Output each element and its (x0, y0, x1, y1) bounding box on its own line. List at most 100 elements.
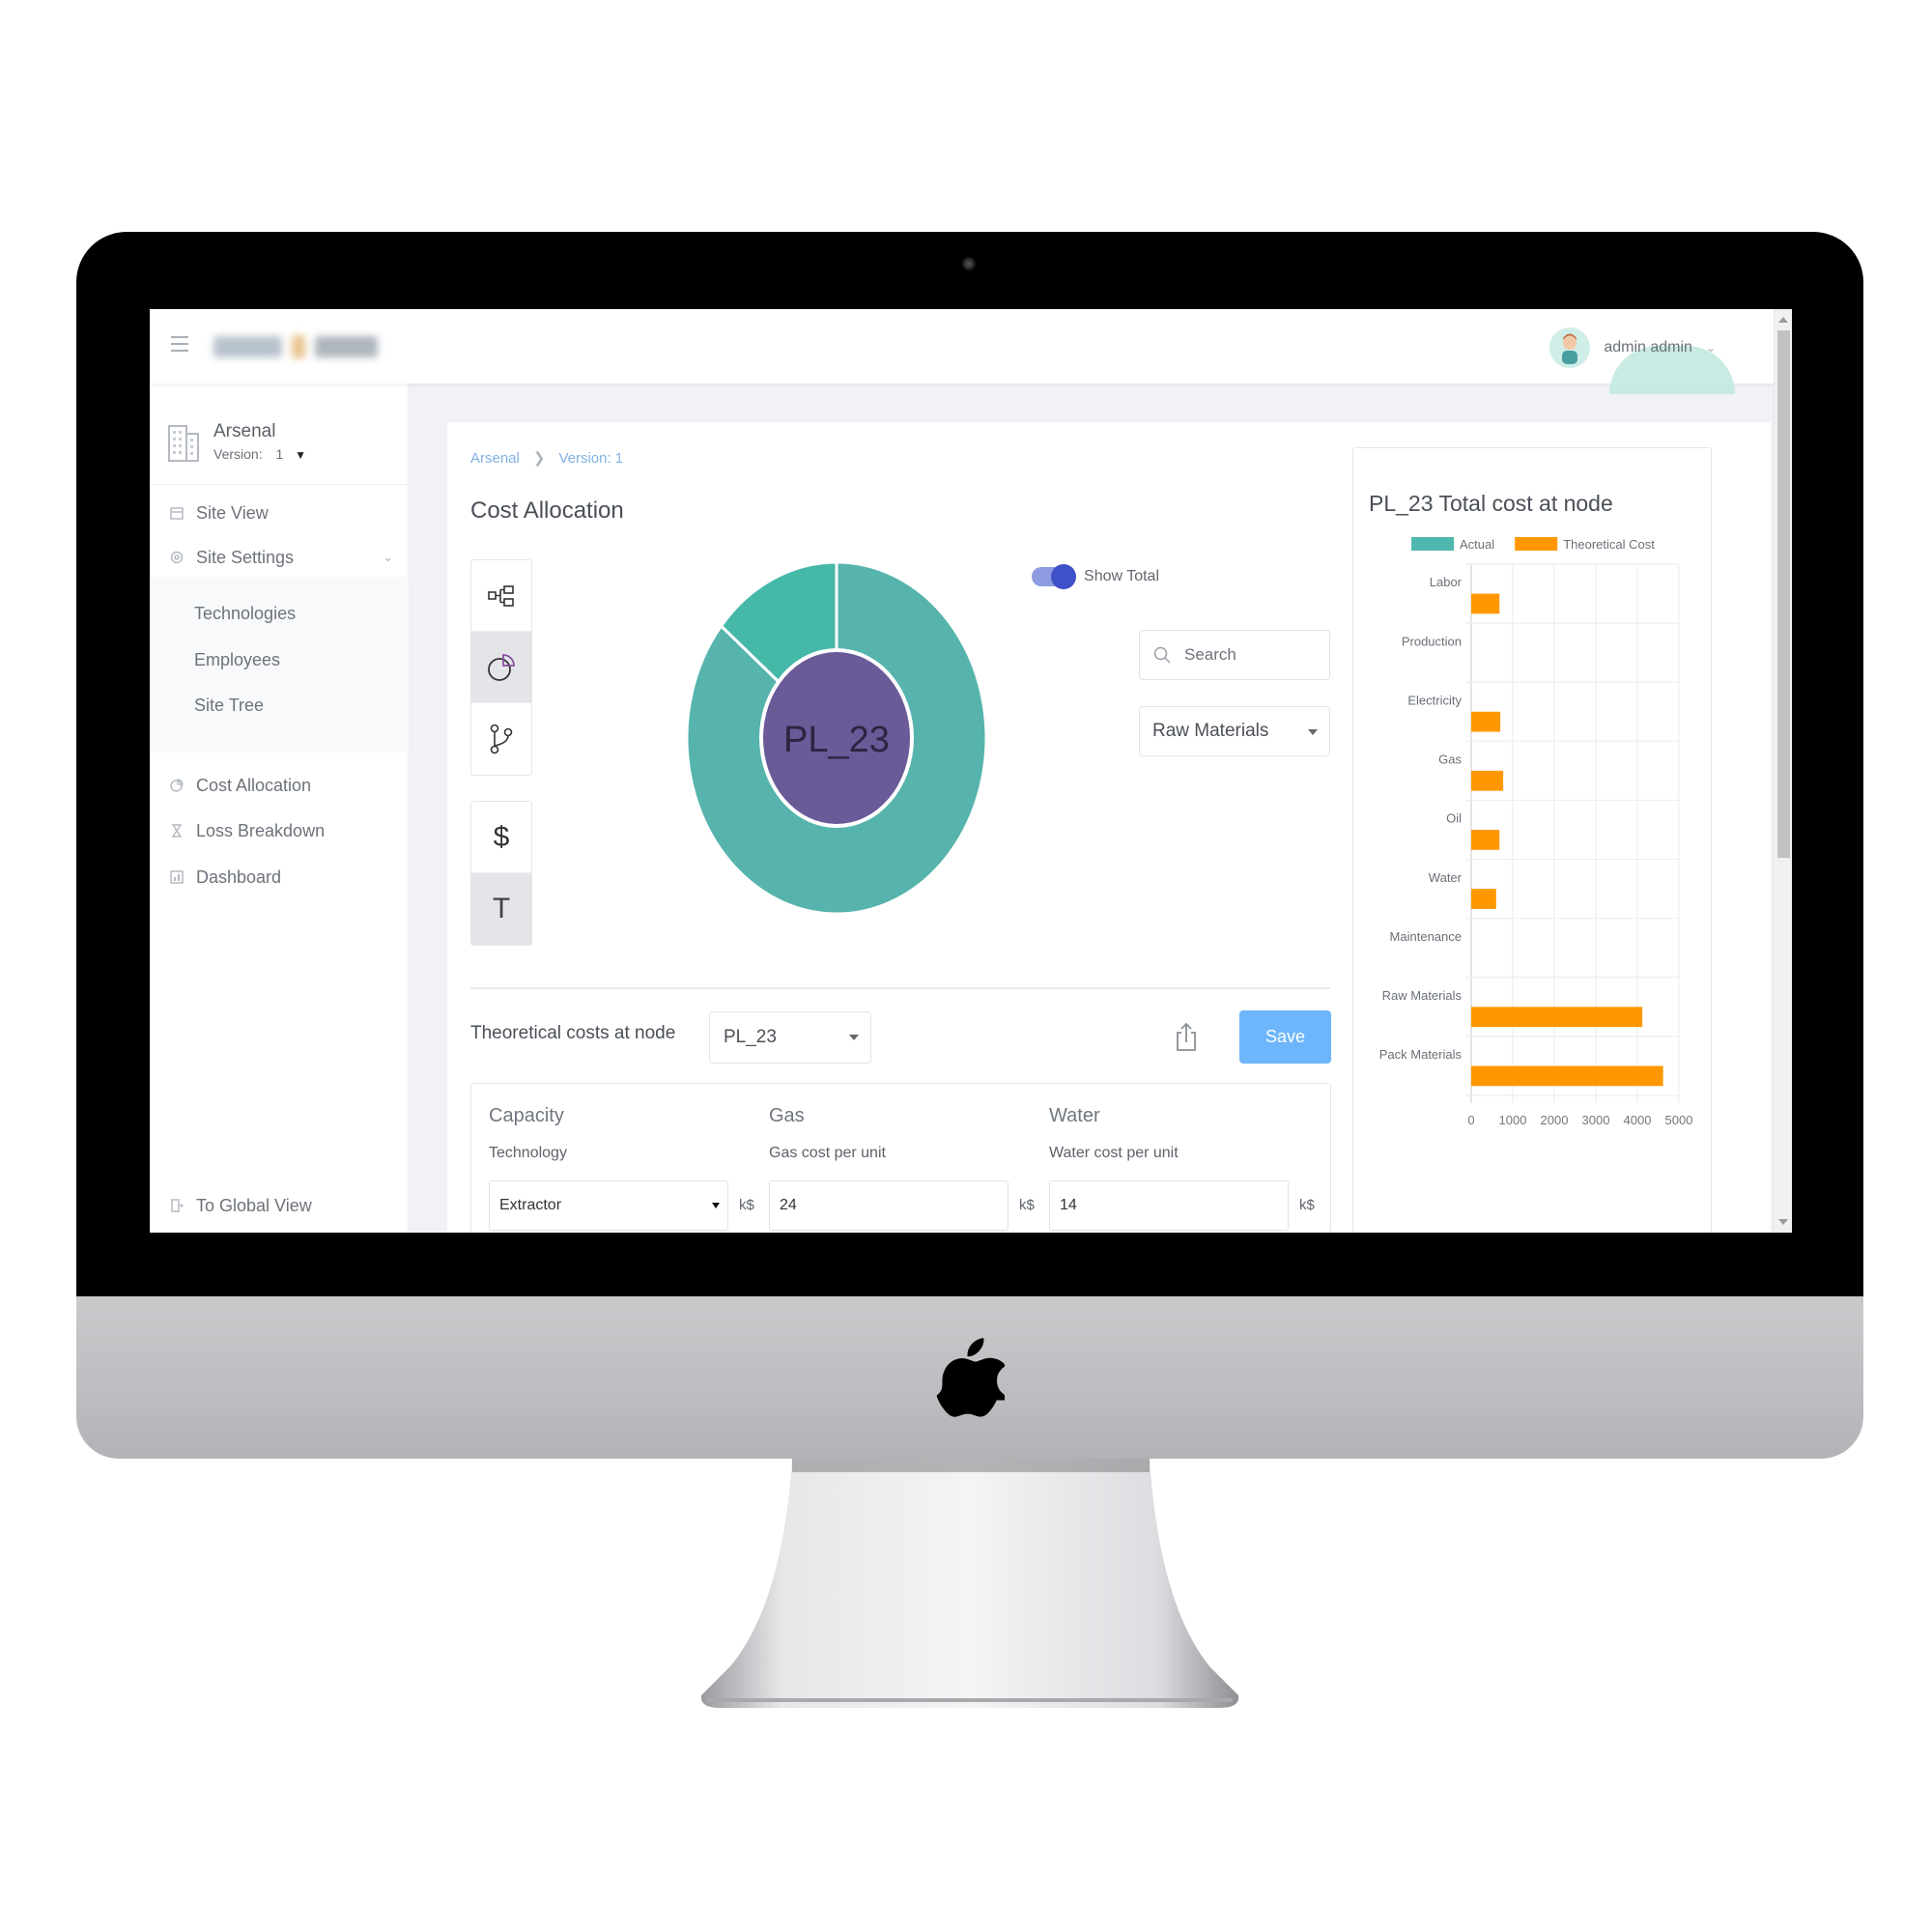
breadcrumb-item[interactable]: Arsenal (470, 450, 520, 467)
sidebar-item-site-view[interactable]: Site View (150, 492, 409, 534)
breadcrumb-item[interactable]: Version: 1 (558, 450, 623, 467)
view-toolbar (470, 559, 532, 776)
dollar-unit-button[interactable]: $ (471, 802, 531, 873)
bar-theoretical-cost[interactable] (1471, 593, 1500, 614)
gas-cost-field[interactable] (769, 1180, 1009, 1231)
sidebar-subitem-technologies[interactable]: Technologies (194, 604, 296, 624)
version-selector[interactable]: Version: 1 ▼ (213, 446, 306, 462)
sidebar-item-label: Site Settings (196, 547, 295, 567)
sidebar-subitem-site-tree[interactable]: Site Tree (194, 696, 264, 716)
theoretical-costs-form: Capacity Technology k$ Gas Gas cost per … (470, 1083, 1331, 1233)
tonnage-unit-button[interactable]: T (471, 873, 531, 945)
column-heading: Water (1049, 1105, 1100, 1126)
water-column: Water Water cost per unit (1049, 1105, 1179, 1162)
bar-theoretical-cost[interactable] (1471, 830, 1500, 850)
site-settings-submenu: Technologies Employees Site Tree (150, 577, 409, 753)
sidebar-item-cost-allocation[interactable]: Cost Allocation (150, 764, 409, 807)
vertical-scrollbar[interactable] (1774, 309, 1792, 1233)
show-total-toggle[interactable] (1032, 564, 1077, 589)
sidebar-subitem-employees[interactable]: Employees (194, 650, 280, 670)
sidebar-item-site-settings[interactable]: Site Settings ⌄ (150, 536, 409, 579)
water-cost-field[interactable] (1049, 1180, 1289, 1231)
breadcrumb: Arsenal ❯ Version: 1 (470, 449, 623, 468)
category-select-value: Raw Materials (1152, 721, 1269, 741)
avatar (1549, 327, 1591, 368)
hourglass-icon (169, 823, 185, 838)
user-name: admin admin (1604, 339, 1692, 355)
total-cost-chart-panel: PL_23 Total cost at node Actual Theoretic… (1352, 447, 1712, 1233)
unit-label: k$ (739, 1197, 754, 1213)
top-bar: admin admin ⌄ (150, 309, 1774, 394)
to-global-view-link[interactable]: To Global View (150, 1184, 409, 1227)
y-tick-label: Electricity (1407, 693, 1462, 707)
sidebar: Arsenal Version: 1 ▼ Site View Site Sett… (150, 384, 409, 1233)
pie-view-button[interactable] (471, 632, 531, 703)
legend-label-0: Actual (1460, 537, 1494, 552)
caret-down-icon[interactable]: ▼ (295, 448, 306, 462)
x-tick-label: 0 (1467, 1113, 1474, 1127)
branch-view-button[interactable] (471, 703, 531, 775)
caret-down-icon (1308, 729, 1318, 735)
scroll-up-arrow-icon[interactable] (1778, 317, 1788, 323)
user-menu[interactable]: admin admin ⌄ (1549, 321, 1716, 375)
save-button[interactable]: Save (1239, 1010, 1331, 1064)
y-tick-label: Labor (1430, 575, 1463, 589)
y-tick-label: Raw Materials (1382, 988, 1463, 1003)
bar-chart: Actual Theoretical Cost 0 1000 2000 3000 4000 5… (1379, 537, 1692, 1127)
pie-chart-icon (488, 653, 515, 681)
node-select[interactable]: PL_23 (709, 1011, 871, 1064)
y-tick-label: Pack Materials (1379, 1047, 1463, 1062)
main-content: Arsenal ❯ Version: 1 Cost Allocation $ T… (447, 422, 1771, 1233)
to-global-view-label: To Global View (196, 1195, 312, 1215)
search-input[interactable] (1184, 645, 1310, 665)
version-value: 1 (275, 446, 284, 462)
scrollbar-thumb[interactable] (1777, 330, 1790, 858)
donut-center-label: PL_23 (783, 720, 890, 760)
pie-chart-icon (169, 778, 185, 793)
unit-label: k$ (1299, 1197, 1315, 1213)
donut-chart[interactable]: PL_23 (684, 560, 989, 916)
gas-cost-input[interactable] (780, 1197, 1008, 1214)
bar-theoretical-cost[interactable] (1471, 711, 1501, 732)
share-icon[interactable] (1174, 1021, 1199, 1052)
caret-down-icon (712, 1203, 720, 1208)
hierarchy-view-button[interactable] (471, 560, 531, 632)
y-tick-label: Gas (1438, 753, 1462, 767)
unit-label: k$ (1019, 1197, 1035, 1213)
water-cost-input[interactable] (1060, 1197, 1288, 1214)
tonnage-icon: T (492, 893, 511, 924)
category-select[interactable]: Raw Materials (1139, 706, 1330, 756)
monitor-stand (700, 1459, 1239, 1708)
site-selector: Arsenal Version: 1 ▼ (167, 412, 306, 470)
calendar-icon (169, 505, 185, 521)
bar-theoretical-cost[interactable] (1471, 770, 1504, 791)
dashboard-icon (169, 869, 185, 885)
bar-theoretical-cost[interactable] (1471, 1065, 1663, 1087)
legend-swatch-1 (1515, 537, 1558, 551)
page-title: Cost Allocation (470, 497, 624, 524)
bar-theoretical-cost[interactable] (1471, 889, 1496, 909)
brand-logo (213, 330, 378, 363)
hamburger-icon[interactable] (171, 336, 188, 352)
technology-value[interactable] (499, 1197, 727, 1214)
sidebar-item-dashboard[interactable]: Dashboard (150, 856, 409, 898)
technology-select[interactable] (489, 1180, 728, 1231)
search-field[interactable] (1139, 630, 1330, 680)
bar-theoretical-cost[interactable] (1471, 1007, 1643, 1028)
show-total-control: Show Total (1032, 564, 1159, 589)
version-label: Version: (213, 446, 263, 462)
sidebar-item-loss-breakdown[interactable]: Loss Breakdown (150, 810, 409, 852)
branch-icon (490, 724, 513, 754)
x-tick-label: 3000 (1582, 1113, 1610, 1127)
avatar-icon (1549, 327, 1591, 368)
column-heading: Capacity (489, 1105, 564, 1126)
sidebar-item-label: Cost Allocation (196, 775, 312, 795)
chart-title: PL_23 Total cost at node (1369, 491, 1613, 516)
chevron-down-icon: ⌄ (1705, 341, 1716, 355)
site-name: Arsenal (213, 421, 276, 441)
hierarchy-icon (488, 584, 514, 607)
node-select-value: PL_23 (724, 1027, 777, 1047)
x-tick-label: 2000 (1541, 1113, 1569, 1127)
scroll-down-arrow-icon[interactable] (1778, 1219, 1788, 1225)
app-screen: admin admin ⌄ Arsenal Version: 1 ▼ Site … (150, 309, 1792, 1233)
